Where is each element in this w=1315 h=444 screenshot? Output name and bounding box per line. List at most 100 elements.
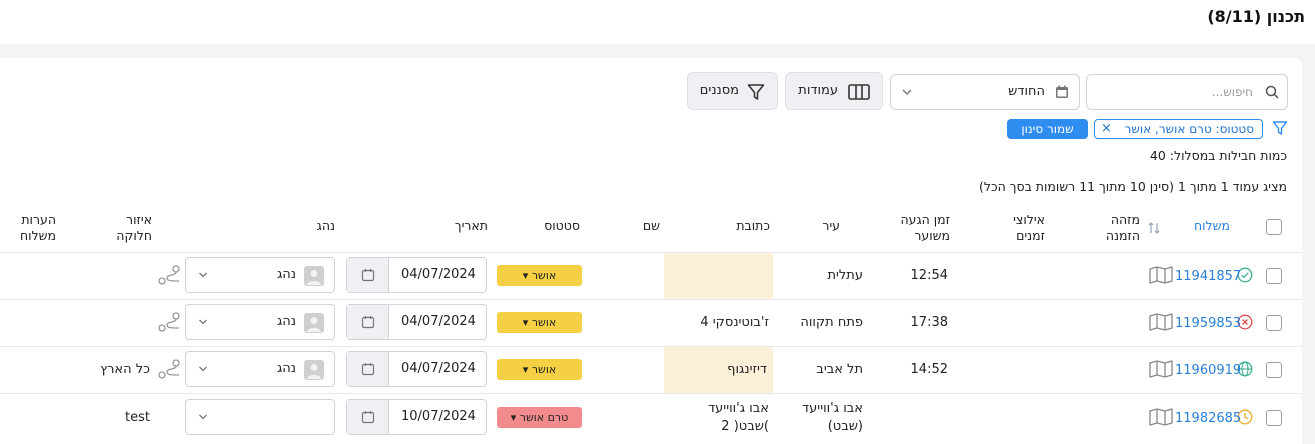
route-icon[interactable] <box>157 358 183 380</box>
chip-label: סטטוס: טרם אושר, אושר <box>1124 122 1254 136</box>
filters-button[interactable]: מסננים <box>687 72 778 110</box>
map-icon[interactable] <box>1149 313 1173 331</box>
calendar-button[interactable] <box>347 258 389 292</box>
active-filters-funnel-icon <box>1272 121 1288 135</box>
chevron-down-icon <box>199 366 207 372</box>
row-checkbox[interactable] <box>1266 268 1282 284</box>
city-cell: עתלית <box>827 268 863 283</box>
col-order-id: מזהה הזמנה <box>1105 212 1140 243</box>
row-checkbox[interactable] <box>1266 362 1282 378</box>
route-icon[interactable] <box>157 311 183 333</box>
col-notes: הערות משלוח <box>19 212 56 243</box>
search-box[interactable] <box>1086 74 1288 110</box>
status-badge[interactable]: אושר ▾ <box>497 265 582 286</box>
map-icon[interactable] <box>1149 360 1173 378</box>
calendar-icon <box>361 269 375 282</box>
page-info: מציג עמוד 1 מתוך 1 (סינן 10 מתוך 11 רשומ… <box>979 179 1287 194</box>
col-route[interactable]: משלוח <box>1170 218 1230 234</box>
avatar <box>304 360 324 380</box>
route-link[interactable]: 11960919 <box>1175 363 1241 378</box>
row-checkbox[interactable] <box>1266 315 1282 331</box>
status-label: אושר <box>531 363 557 376</box>
sort-icon[interactable] <box>1148 221 1160 235</box>
status-badge[interactable]: טרם אושר ▾ <box>497 407 582 428</box>
eta-cell: 14:52 <box>910 362 948 377</box>
funnel-icon <box>747 84 765 100</box>
driver-select[interactable] <box>185 399 335 435</box>
address-text: דיזינגוף <box>727 362 767 377</box>
row-checkbox[interactable] <box>1266 410 1282 426</box>
status-filter-chip[interactable]: סטטוס: טרם אושר, אושר × <box>1094 119 1263 139</box>
chevron-down-icon <box>199 272 207 278</box>
calendar-button[interactable] <box>347 400 389 434</box>
chevron-down-icon <box>199 319 207 325</box>
date-picker[interactable]: 04/07/2024 <box>346 257 487 293</box>
chevron-down-icon <box>902 89 912 95</box>
status-label: אושר <box>531 269 557 282</box>
driver-select[interactable]: נהג <box>185 257 335 293</box>
search-input[interactable] <box>1093 81 1253 103</box>
status-badge[interactable]: אושר ▾ <box>497 312 582 333</box>
search-icon <box>1265 85 1279 99</box>
col-city: עיר <box>822 218 840 233</box>
save-filter-button[interactable]: שמור סינון <box>1007 119 1088 139</box>
col-status: סטטוס <box>544 218 580 233</box>
date-value: 10/07/2024 <box>401 409 476 424</box>
col-time-constraints: אילוצי זמנים <box>1013 212 1045 243</box>
calendar-icon <box>361 411 375 424</box>
address-cell: ז'בוטינסקי 4 <box>700 315 769 330</box>
date-picker[interactable]: 04/07/2024 <box>346 304 487 340</box>
calendar-icon <box>1056 85 1068 98</box>
calendar-icon <box>361 316 375 329</box>
date-value: 04/07/2024 <box>401 361 476 376</box>
eta-cell: 12:54 <box>910 268 948 283</box>
date-value: 04/07/2024 <box>401 267 476 282</box>
status-label: טרם אושר <box>519 411 569 424</box>
driver-select[interactable]: נהג <box>185 351 335 387</box>
select-all-checkbox[interactable] <box>1266 219 1282 235</box>
calendar-button[interactable] <box>347 352 389 386</box>
address-cell <box>664 253 773 299</box>
address-cell-line2: )שבט( 2 <box>721 419 769 434</box>
col-date: תאריך <box>454 218 488 233</box>
top-bar: תכנון (8/11) <box>0 0 1315 44</box>
col-address: כתובת <box>736 218 770 233</box>
route-link[interactable]: 11982685 <box>1175 411 1241 426</box>
route-link[interactable]: 11959853 <box>1175 316 1241 331</box>
zone-cell: test <box>125 410 150 425</box>
driver-select[interactable]: נהג <box>185 304 335 340</box>
date-picker[interactable]: 04/07/2024 <box>346 351 487 387</box>
status-label: אושר <box>531 316 557 329</box>
address-cell-line1: אבו ג'ווייעד <box>708 401 769 416</box>
route-icon[interactable] <box>157 264 183 286</box>
avatar <box>304 266 324 286</box>
map-icon[interactable] <box>1149 408 1173 426</box>
page-title: תכנון (8/11) <box>1207 7 1305 26</box>
period-select[interactable]: החודש <box>890 74 1080 110</box>
packages-count: כמות חבילות במסלול: 40 <box>1149 148 1287 163</box>
address-cell: דיזינגוף <box>664 347 773 393</box>
col-driver: נהג <box>316 218 335 233</box>
calendar-button[interactable] <box>347 305 389 339</box>
map-icon[interactable] <box>1149 266 1173 284</box>
avatar <box>304 313 324 333</box>
status-badge[interactable]: אושר ▾ <box>497 359 582 380</box>
period-label: החודש <box>1008 84 1045 99</box>
route-link[interactable]: 11941857 <box>1175 269 1241 284</box>
city-cell-line2: (שבט) <box>827 419 863 434</box>
driver-label: נהג <box>276 267 296 282</box>
date-picker[interactable]: 10/07/2024 <box>346 399 487 435</box>
col-eta: זמן הגעה משוער <box>900 212 950 243</box>
calendar-icon <box>361 363 375 376</box>
col-zone: איזור חלוקה <box>116 212 152 243</box>
date-value: 04/07/2024 <box>401 314 476 329</box>
city-cell-line1: אבו ג'ווייעד <box>802 401 863 416</box>
city-cell: תל אביב <box>816 362 863 377</box>
columns-button[interactable]: עמודות <box>785 72 883 110</box>
scroll-gutter <box>1303 44 1315 444</box>
col-name: שם <box>642 218 660 233</box>
columns-icon <box>848 84 870 100</box>
columns-label: עמודות <box>798 83 838 98</box>
close-icon[interactable]: × <box>1101 121 1112 136</box>
driver-label: נהג <box>276 361 296 376</box>
